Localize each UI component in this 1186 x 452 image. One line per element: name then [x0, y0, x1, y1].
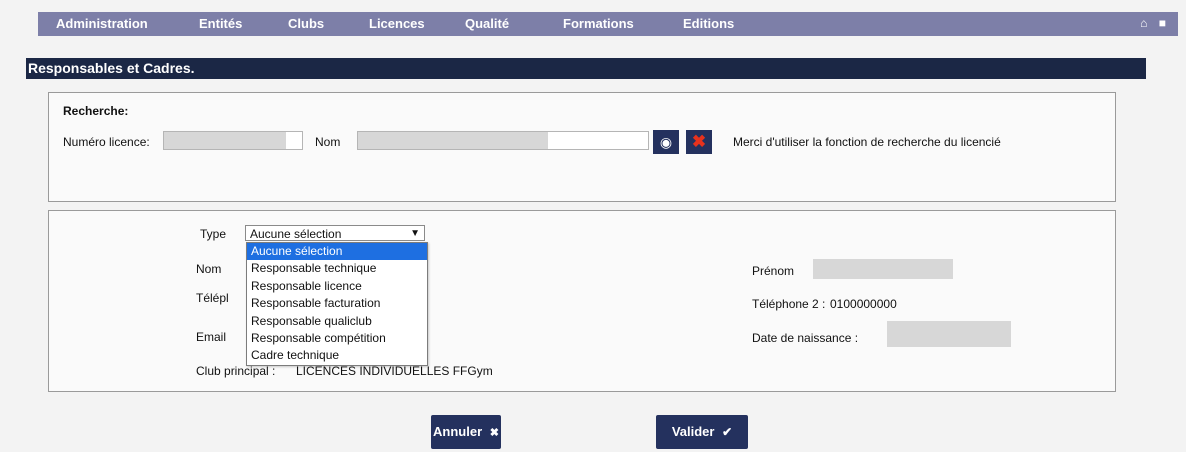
- search-hint: Merci d'utiliser la fonction de recherch…: [733, 135, 1001, 149]
- clear-search-button[interactable]: ✖: [686, 130, 712, 154]
- nav-licences[interactable]: Licences: [369, 16, 425, 31]
- type-label: Type: [200, 227, 227, 241]
- validate-button-label: Valider: [671, 424, 715, 439]
- telephone-label: Télépl: [196, 291, 229, 305]
- cancel-button[interactable]: Annuler ✖: [431, 415, 501, 449]
- top-nav: Administration Entités Clubs Licences Qu…: [38, 12, 1178, 36]
- type-option-facturation[interactable]: Responsable facturation: [247, 295, 427, 312]
- lock-icon[interactable]: ■: [1159, 16, 1166, 30]
- telephone2-label: Téléphone 2 :: [752, 297, 826, 311]
- search-heading: Recherche:: [63, 104, 129, 118]
- checkmark-icon: ✔: [722, 425, 733, 439]
- email-label: Email: [196, 330, 227, 344]
- validate-button[interactable]: Valider ✔: [656, 415, 748, 449]
- search-panel: Recherche: Numéro licence: Nom ◉ ✖ Merci…: [48, 92, 1116, 202]
- nav-clubs[interactable]: Clubs: [288, 16, 324, 31]
- nom-label: Nom: [196, 262, 222, 276]
- binoculars-search-button[interactable]: ◉: [653, 130, 679, 154]
- type-select[interactable]: Aucune sélection ▼: [245, 225, 425, 241]
- nav-icon-group: ⌂ ■: [1132, 16, 1166, 30]
- type-option-qualiclub[interactable]: Responsable qualiclub: [247, 313, 427, 330]
- birthdate-label: Date de naissance :: [752, 331, 859, 345]
- type-option-competition[interactable]: Responsable compétition: [247, 330, 427, 347]
- detail-panel: Type Aucune sélection ▼ Nom Télépl Email…: [48, 210, 1116, 392]
- type-option-cadre[interactable]: Cadre technique: [247, 347, 427, 364]
- page-title: Responsables et Cadres.: [26, 58, 1146, 79]
- prenom-input[interactable]: [813, 259, 953, 279]
- type-option-technique[interactable]: Responsable technique: [247, 260, 427, 277]
- club-principal-value: LICENCES INDIVIDUELLES FFGym: [296, 364, 493, 378]
- nav-administration[interactable]: Administration: [56, 16, 148, 31]
- redacted-field: [887, 321, 1011, 347]
- club-principal-label: Club principal :: [196, 364, 276, 378]
- chevron-down-icon: ▼: [410, 228, 420, 239]
- nav-editions[interactable]: Editions: [683, 16, 734, 31]
- redacted-field: [164, 132, 286, 149]
- type-option-none[interactable]: Aucune sélection: [247, 243, 427, 261]
- type-select-value: Aucune sélection: [250, 227, 342, 241]
- close-icon: ✖: [489, 427, 499, 439]
- search-nom-input[interactable]: [357, 131, 649, 150]
- nav-qualite[interactable]: Qualité: [465, 16, 509, 31]
- search-nom-label: Nom: [315, 135, 341, 149]
- type-option-licence[interactable]: Responsable licence: [247, 278, 427, 295]
- licence-number-input[interactable]: [163, 131, 303, 150]
- type-dropdown-list: Aucune sélection Responsable technique R…: [246, 242, 428, 366]
- cancel-button-label: Annuler: [433, 424, 483, 439]
- redacted-field: [813, 259, 953, 279]
- close-icon: ✖: [691, 132, 707, 151]
- redacted-field: [358, 132, 548, 149]
- binoculars-icon: ◉: [659, 134, 673, 150]
- prenom-label: Prénom: [752, 264, 795, 278]
- licence-number-label: Numéro licence:: [63, 135, 150, 149]
- telephone2-value: 0100000000: [830, 297, 897, 311]
- nav-entites[interactable]: Entités: [199, 16, 242, 31]
- home-icon[interactable]: ⌂: [1140, 16, 1147, 30]
- nav-formations[interactable]: Formations: [563, 16, 634, 31]
- birthdate-input[interactable]: [887, 321, 1011, 347]
